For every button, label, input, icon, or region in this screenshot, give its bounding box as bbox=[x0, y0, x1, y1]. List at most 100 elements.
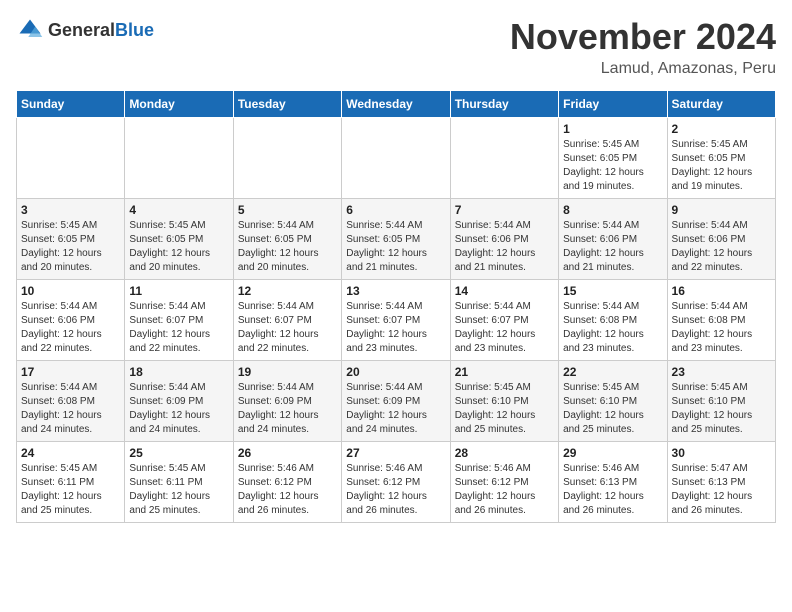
calendar-cell: 11 Sunrise: 5:44 AM Sunset: 6:07 PM Dayli… bbox=[125, 280, 233, 361]
day-info: Sunrise: 5:44 AM Sunset: 6:09 PM Dayligh… bbox=[238, 381, 337, 437]
day-number: 19 bbox=[238, 365, 337, 379]
day-number: 28 bbox=[455, 446, 554, 460]
day-number: 26 bbox=[238, 446, 337, 460]
logo-icon bbox=[16, 16, 44, 44]
day-number: 10 bbox=[21, 284, 120, 298]
calendar-cell: 17 Sunrise: 5:44 AM Sunset: 6:08 PM Dayli… bbox=[17, 361, 125, 442]
day-number: 18 bbox=[129, 365, 228, 379]
calendar-cell: 26Sunrise: 5:46 AM Sunset: 6:12 PM Dayli… bbox=[233, 442, 341, 523]
calendar-cell: 19 Sunrise: 5:44 AM Sunset: 6:09 PM Dayli… bbox=[233, 361, 341, 442]
location-title: Lamud, Amazonas, Peru bbox=[510, 60, 776, 78]
calendar-cell bbox=[125, 118, 233, 199]
day-info: Sunrise: 5:44 AM Sunset: 6:08 PM Dayligh… bbox=[672, 300, 771, 356]
day-info: Sunrise: 5:45 AM Sunset: 6:10 PM Dayligh… bbox=[563, 381, 662, 437]
weekday-header-wednesday: Wednesday bbox=[342, 91, 450, 118]
day-info: Sunrise: 5:44 AM Sunset: 6:06 PM Dayligh… bbox=[455, 219, 554, 275]
day-number: 21 bbox=[455, 365, 554, 379]
page-header: GeneralBlue November 2024 Lamud, Amazona… bbox=[16, 16, 776, 78]
day-info: Sunrise: 5:45 AM Sunset: 6:11 PM Dayligh… bbox=[21, 462, 120, 518]
day-info: Sunrise: 5:45 AM Sunset: 6:05 PM Dayligh… bbox=[563, 138, 662, 194]
calendar-week-3: 10 Sunrise: 5:44 AM Sunset: 6:06 PM Dayli… bbox=[17, 280, 776, 361]
day-info: Sunrise: 5:44 AM Sunset: 6:07 PM Dayligh… bbox=[129, 300, 228, 356]
day-info: Sunrise: 5:44 AM Sunset: 6:05 PM Dayligh… bbox=[346, 219, 445, 275]
day-number: 13 bbox=[346, 284, 445, 298]
weekday-header-saturday: Saturday bbox=[667, 91, 775, 118]
day-info: Sunrise: 5:46 AM Sunset: 6:12 PM Dayligh… bbox=[346, 462, 445, 518]
logo: GeneralBlue bbox=[16, 16, 154, 44]
calendar-cell: 9Sunrise: 5:44 AM Sunset: 6:06 PM Daylig… bbox=[667, 199, 775, 280]
calendar-cell: 21 Sunrise: 5:45 AM Sunset: 6:10 PM Dayli… bbox=[450, 361, 558, 442]
calendar-week-4: 17 Sunrise: 5:44 AM Sunset: 6:08 PM Dayli… bbox=[17, 361, 776, 442]
weekday-header-thursday: Thursday bbox=[450, 91, 558, 118]
day-info: Sunrise: 5:45 AM Sunset: 6:11 PM Dayligh… bbox=[129, 462, 228, 518]
day-info: Sunrise: 5:45 AM Sunset: 6:05 PM Dayligh… bbox=[672, 138, 771, 194]
day-info: Sunrise: 5:44 AM Sunset: 6:06 PM Dayligh… bbox=[563, 219, 662, 275]
calendar-table: SundayMondayTuesdayWednesdayThursdayFrid… bbox=[16, 90, 776, 523]
day-number: 17 bbox=[21, 365, 120, 379]
calendar-week-1: 1 Sunrise: 5:45 AM Sunset: 6:05 PM Daylig… bbox=[17, 118, 776, 199]
calendar-week-2: 3 Sunrise: 5:45 AM Sunset: 6:05 PM Daylig… bbox=[17, 199, 776, 280]
day-number: 24 bbox=[21, 446, 120, 460]
logo-wordmark: GeneralBlue bbox=[48, 20, 154, 41]
day-info: Sunrise: 5:47 AM Sunset: 6:13 PM Dayligh… bbox=[672, 462, 771, 518]
calendar-cell: 15Sunrise: 5:44 AM Sunset: 6:08 PM Dayli… bbox=[559, 280, 667, 361]
day-number: 5 bbox=[238, 203, 337, 217]
day-info: Sunrise: 5:44 AM Sunset: 6:06 PM Dayligh… bbox=[21, 300, 120, 356]
day-info: Sunrise: 5:44 AM Sunset: 6:05 PM Dayligh… bbox=[238, 219, 337, 275]
day-info: Sunrise: 5:44 AM Sunset: 6:07 PM Dayligh… bbox=[346, 300, 445, 356]
day-number: 3 bbox=[21, 203, 120, 217]
day-number: 30 bbox=[672, 446, 771, 460]
calendar-cell bbox=[233, 118, 341, 199]
day-info: Sunrise: 5:44 AM Sunset: 6:09 PM Dayligh… bbox=[129, 381, 228, 437]
day-number: 20 bbox=[346, 365, 445, 379]
day-number: 12 bbox=[238, 284, 337, 298]
day-info: Sunrise: 5:44 AM Sunset: 6:07 PM Dayligh… bbox=[455, 300, 554, 356]
calendar-cell: 12Sunrise: 5:44 AM Sunset: 6:07 PM Dayli… bbox=[233, 280, 341, 361]
calendar-cell: 23 Sunrise: 5:45 AM Sunset: 6:10 PM Dayli… bbox=[667, 361, 775, 442]
day-number: 29 bbox=[563, 446, 662, 460]
calendar-cell: 14 Sunrise: 5:44 AM Sunset: 6:07 PM Dayli… bbox=[450, 280, 558, 361]
day-info: Sunrise: 5:44 AM Sunset: 6:09 PM Dayligh… bbox=[346, 381, 445, 437]
day-number: 1 bbox=[563, 122, 662, 136]
calendar-cell: 10 Sunrise: 5:44 AM Sunset: 6:06 PM Dayli… bbox=[17, 280, 125, 361]
day-number: 11 bbox=[129, 284, 228, 298]
calendar-cell: 20 Sunrise: 5:44 AM Sunset: 6:09 PM Dayli… bbox=[342, 361, 450, 442]
day-number: 27 bbox=[346, 446, 445, 460]
calendar-cell: 5 Sunrise: 5:44 AM Sunset: 6:05 PM Daylig… bbox=[233, 199, 341, 280]
day-number: 8 bbox=[563, 203, 662, 217]
day-number: 7 bbox=[455, 203, 554, 217]
calendar-cell bbox=[450, 118, 558, 199]
calendar-cell: 27 Sunrise: 5:46 AM Sunset: 6:12 PM Dayli… bbox=[342, 442, 450, 523]
calendar-cell: 18 Sunrise: 5:44 AM Sunset: 6:09 PM Dayli… bbox=[125, 361, 233, 442]
day-number: 22 bbox=[563, 365, 662, 379]
day-info: Sunrise: 5:46 AM Sunset: 6:13 PM Dayligh… bbox=[563, 462, 662, 518]
calendar-cell: 7 Sunrise: 5:44 AM Sunset: 6:06 PM Daylig… bbox=[450, 199, 558, 280]
calendar-cell: 24 Sunrise: 5:45 AM Sunset: 6:11 PM Dayli… bbox=[17, 442, 125, 523]
calendar-cell: 2 Sunrise: 5:45 AM Sunset: 6:05 PM Daylig… bbox=[667, 118, 775, 199]
weekday-header-tuesday: Tuesday bbox=[233, 91, 341, 118]
calendar-cell: 3 Sunrise: 5:45 AM Sunset: 6:05 PM Daylig… bbox=[17, 199, 125, 280]
weekday-header-monday: Monday bbox=[125, 91, 233, 118]
day-number: 14 bbox=[455, 284, 554, 298]
weekday-header-row: SundayMondayTuesdayWednesdayThursdayFrid… bbox=[17, 91, 776, 118]
title-area: November 2024 Lamud, Amazonas, Peru bbox=[510, 16, 776, 78]
calendar-cell: 16Sunrise: 5:44 AM Sunset: 6:08 PM Dayli… bbox=[667, 280, 775, 361]
calendar-cell: 4Sunrise: 5:45 AM Sunset: 6:05 PM Daylig… bbox=[125, 199, 233, 280]
calendar-cell: 29 Sunrise: 5:46 AM Sunset: 6:13 PM Dayli… bbox=[559, 442, 667, 523]
day-number: 23 bbox=[672, 365, 771, 379]
calendar-cell: 25Sunrise: 5:45 AM Sunset: 6:11 PM Dayli… bbox=[125, 442, 233, 523]
day-info: Sunrise: 5:44 AM Sunset: 6:06 PM Dayligh… bbox=[672, 219, 771, 275]
day-info: Sunrise: 5:45 AM Sunset: 6:10 PM Dayligh… bbox=[672, 381, 771, 437]
day-info: Sunrise: 5:44 AM Sunset: 6:08 PM Dayligh… bbox=[21, 381, 120, 437]
day-number: 15 bbox=[563, 284, 662, 298]
logo-text-general: General bbox=[48, 20, 115, 40]
calendar-cell: 6Sunrise: 5:44 AM Sunset: 6:05 PM Daylig… bbox=[342, 199, 450, 280]
day-number: 2 bbox=[672, 122, 771, 136]
calendar-cell: 13 Sunrise: 5:44 AM Sunset: 6:07 PM Dayli… bbox=[342, 280, 450, 361]
calendar-cell bbox=[342, 118, 450, 199]
day-info: Sunrise: 5:45 AM Sunset: 6:05 PM Dayligh… bbox=[21, 219, 120, 275]
weekday-header-friday: Friday bbox=[559, 91, 667, 118]
day-info: Sunrise: 5:45 AM Sunset: 6:10 PM Dayligh… bbox=[455, 381, 554, 437]
calendar-cell: 22 Sunrise: 5:45 AM Sunset: 6:10 PM Dayli… bbox=[559, 361, 667, 442]
weekday-header-sunday: Sunday bbox=[17, 91, 125, 118]
